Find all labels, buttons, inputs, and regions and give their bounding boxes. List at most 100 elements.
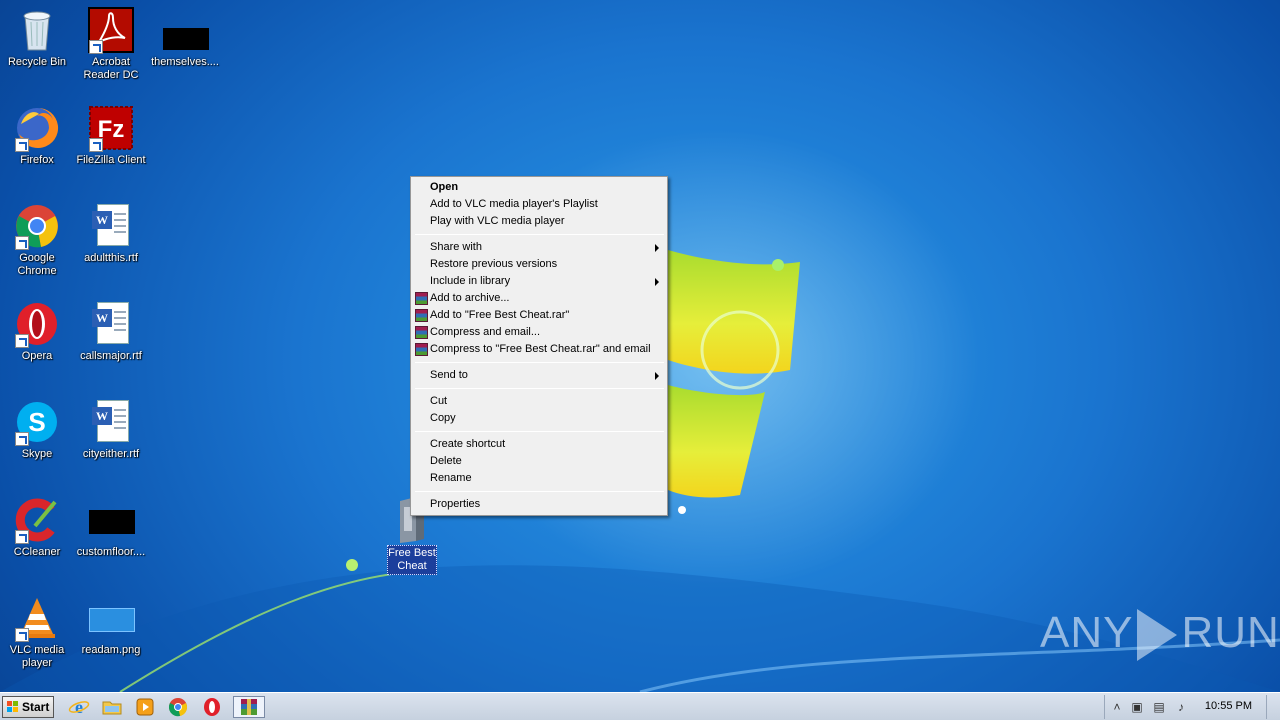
shortcut-arrow-icon [89,138,103,152]
chrome-icon [168,698,188,717]
menu-item-label: Delete [430,455,462,467]
opera-icon [13,300,61,348]
menu-item-compress-rar-email[interactable]: Compress to "Free Best Cheat.rar" and em… [413,341,665,358]
desktop-icon-recycle-bin[interactable]: Recycle Bin [0,6,74,69]
winrar-icon [415,309,428,322]
action-center-icon[interactable]: ▣ [1129,699,1145,715]
desktop-icon-opera[interactable]: Opera [0,300,74,363]
desktop-icon-label: callsmajor.rtf [80,350,142,362]
desktop-icon-chrome[interactable]: Google Chrome [0,202,74,278]
show-desktop-button[interactable] [1266,695,1280,719]
ccleaner-icon [13,496,61,544]
image-thumbnail-icon [87,496,135,544]
desktop-icon-label: themselves.... [151,56,219,68]
menu-item-label: Play with VLC media player [430,215,565,227]
menu-item-delete[interactable]: Delete [413,453,665,470]
desktop-icon-skype[interactable]: S Skype [0,398,74,461]
winrar-icon [415,326,428,339]
menu-item-label: Restore previous versions [430,258,558,270]
filezilla-icon: Fz [87,104,135,152]
vlc-icon [13,594,61,642]
taskbar: Start e ˄ ▣ ▤ ♪ 10:55 PM [0,692,1280,720]
desktop-icon-cityeither[interactable]: W cityeither.rtf [74,398,148,461]
taskbar-opera[interactable] [201,696,225,718]
menu-separator [415,491,664,492]
word-document-icon: W [87,398,135,446]
image-thumbnail-icon [87,594,135,642]
desktop-icon-filezilla[interactable]: Fz FileZilla Client [74,104,148,167]
menu-item-open[interactable]: Open [413,179,665,196]
menu-item-label: Send to [430,369,468,381]
desktop-icon-ccleaner[interactable]: CCleaner [0,496,74,559]
image-thumbnail-icon [161,6,209,54]
menu-item-add-archive[interactable]: Add to archive... [413,290,665,307]
menu-item-label: Add to "Free Best Cheat.rar" [430,309,570,321]
desktop-icon-label: Google Chrome [17,252,57,277]
desktop-icon-label: adultthis.rtf [84,252,138,264]
shortcut-arrow-icon [15,138,29,152]
menu-item-label: Compress to "Free Best Cheat.rar" and em… [430,343,651,355]
recycle-bin-icon [13,6,61,54]
play-logo-icon [1137,609,1178,662]
show-hidden-icons-chevron-icon[interactable]: ˄ [1109,699,1125,715]
menu-separator [415,234,664,235]
desktop-icon-callsmajor[interactable]: W callsmajor.rtf [74,300,148,363]
desktop-icon-vlc[interactable]: VLC media player [0,594,74,670]
winrar-icon [415,343,428,356]
desktop-icon-adultthis[interactable]: W adultthis.rtf [74,202,148,265]
menu-item-copy[interactable]: Copy [413,410,665,427]
winrar-icon [415,292,428,305]
desktop-icon-themselves[interactable]: themselves.... [148,6,222,69]
menu-item-include-library[interactable]: Include in library [413,273,665,290]
menu-item-send-to[interactable]: Send to [413,367,665,384]
start-button[interactable]: Start [2,696,54,718]
desktop-icon-firefox[interactable]: Firefox [0,104,74,167]
desktop-icon-customfloor[interactable]: customfloor.... [74,496,148,559]
desktop-icon-label: Opera [21,350,53,362]
menu-item-label: Include in library [430,275,511,287]
menu-item-rename[interactable]: Rename [413,470,665,487]
menu-item-create-shortcut[interactable]: Create shortcut [413,436,665,453]
network-icon[interactable]: ▤ [1151,699,1167,715]
watermark-left-text: ANY [1040,608,1134,657]
taskbar-winrar[interactable] [233,696,265,718]
media-player-icon [136,698,154,716]
menu-item-vlc-play[interactable]: Play with VLC media player [413,213,665,230]
menu-item-vlc-playlist[interactable]: Add to VLC media player's Playlist [413,196,665,213]
menu-item-label: Add to archive... [430,292,510,304]
menu-item-label: Share with [430,241,482,253]
selected-file-label: Free Best Cheat [387,545,437,575]
menu-item-cut[interactable]: Cut [413,393,665,410]
taskbar-clock[interactable]: 10:55 PM [1205,700,1252,712]
svg-text:e: e [75,697,83,717]
menu-item-label: Open [430,181,459,193]
shortcut-arrow-icon [15,236,29,250]
flag-icon[interactable] [1177,699,1193,715]
menu-item-label: Add to VLC media player's Playlist [430,198,598,210]
menu-item-share-with[interactable]: Share with [413,239,665,256]
desktop-icon-acrobat[interactable]: Acrobat Reader DC [74,6,148,82]
menu-item-restore-versions[interactable]: Restore previous versions [413,256,665,273]
anyrun-watermark: ANY RUN [1040,608,1280,662]
menu-item-label: Properties [430,498,481,510]
desktop-icon-readam[interactable]: readam.png [74,594,148,657]
desktop-icon-label: readam.png [81,644,141,656]
opera-icon [204,698,220,716]
menu-item-add-rar[interactable]: Add to "Free Best Cheat.rar" [413,307,665,324]
menu-item-properties[interactable]: Properties [413,496,665,513]
shortcut-arrow-icon [15,530,29,544]
word-document-icon: W [87,300,135,348]
internet-explorer-icon: e [68,697,90,717]
taskbar-explorer[interactable] [101,696,125,718]
taskbar-media-player[interactable] [134,696,158,718]
taskbar-internet-explorer[interactable]: e [68,696,92,718]
windows-logo-icon [7,701,19,713]
taskbar-chrome[interactable] [167,696,191,718]
acrobat-reader-icon [87,6,135,54]
firefox-icon [13,104,61,152]
shortcut-arrow-icon [15,334,29,348]
menu-item-compress-email[interactable]: Compress and email... [413,324,665,341]
menu-separator [415,388,664,389]
desktop-icon-label: Acrobat Reader DC [83,56,139,81]
menu-separator [415,362,664,363]
